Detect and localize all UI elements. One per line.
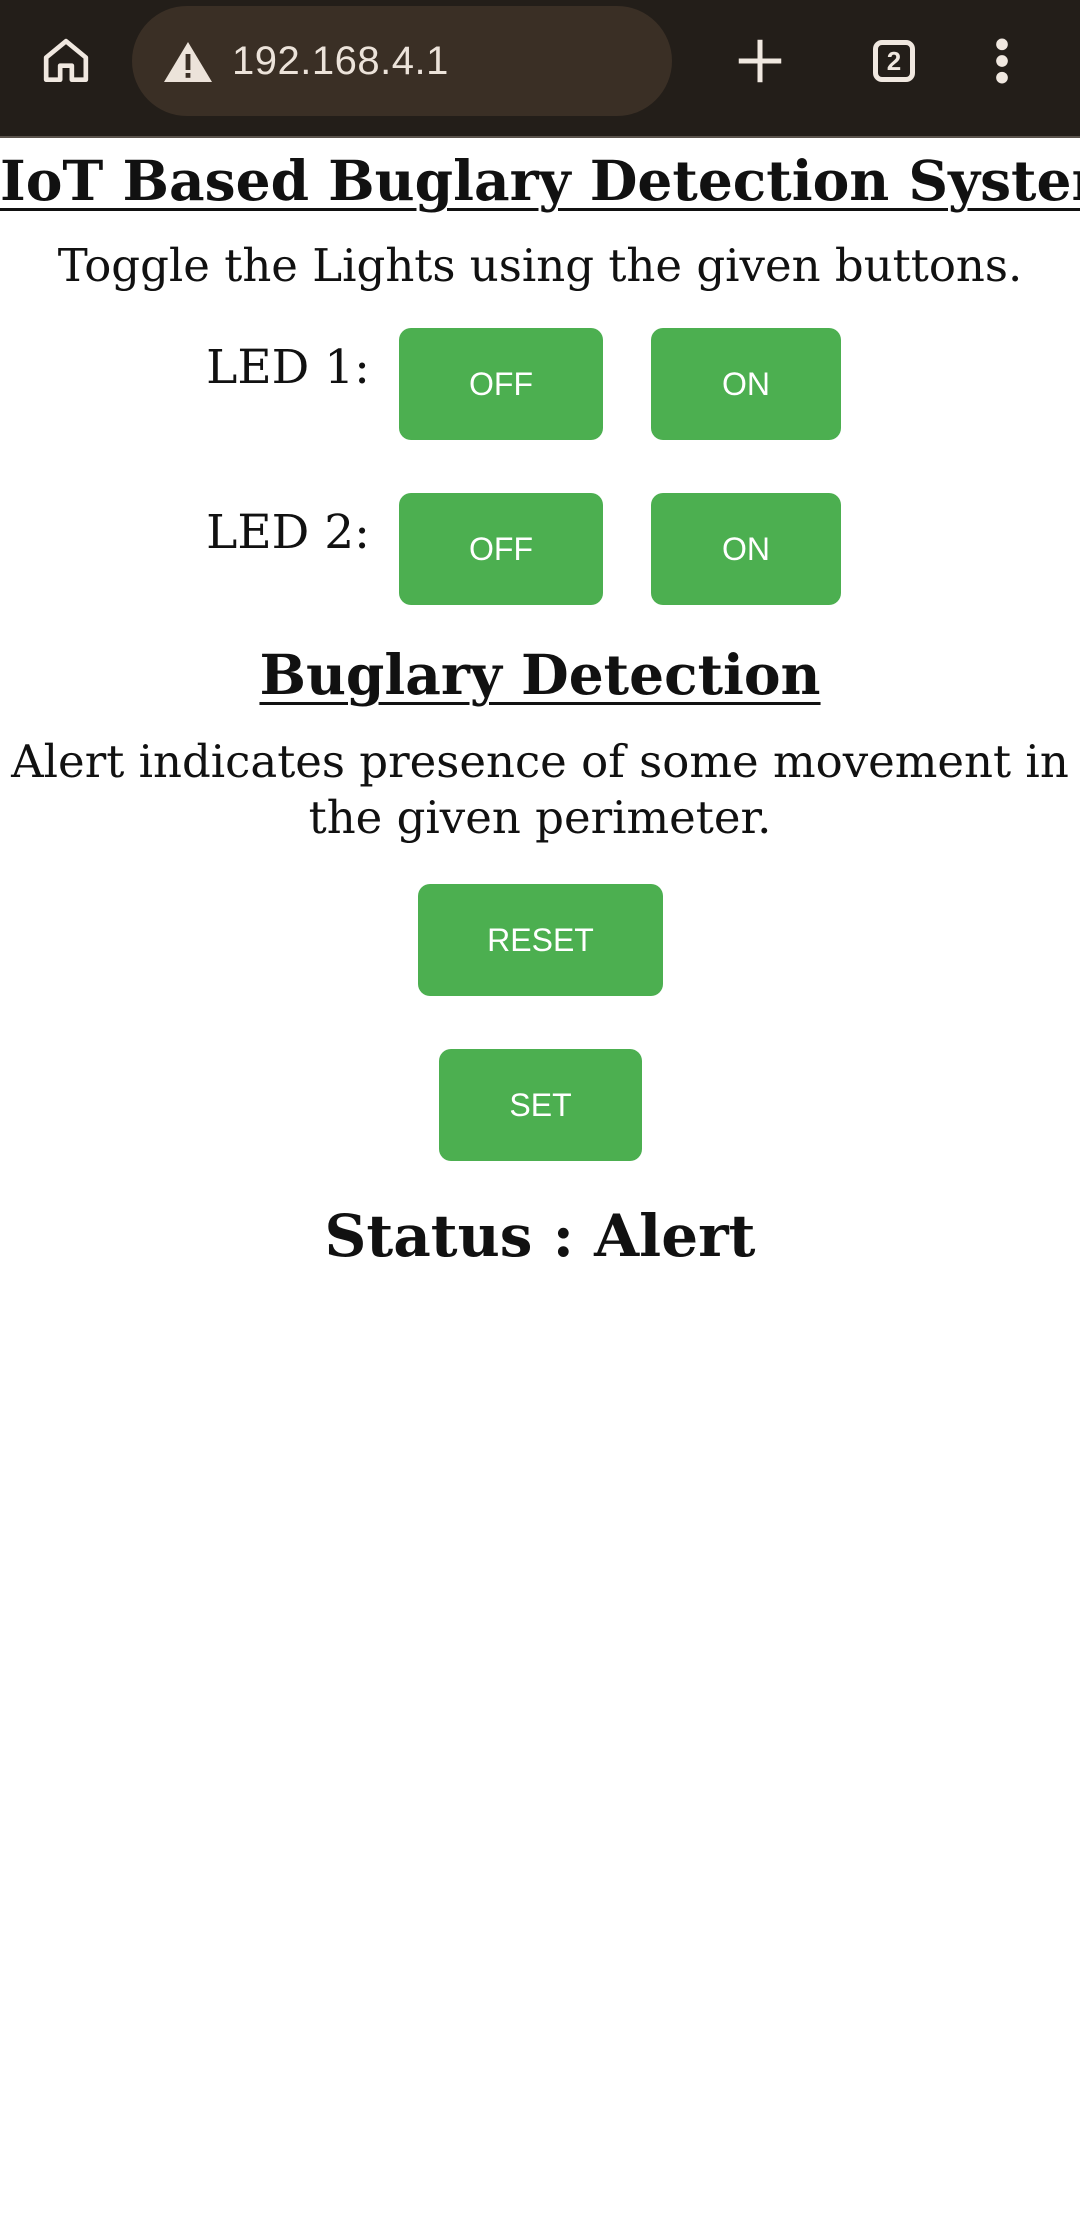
tab-switcher-icon: 2: [873, 40, 915, 82]
warning-icon: [164, 42, 212, 82]
menu-button[interactable]: [972, 28, 1032, 94]
plus-icon: [738, 39, 782, 83]
led-2-row: LED 2: OFF ON: [0, 493, 1080, 605]
status-text: Status : Alert: [324, 1202, 756, 1270]
home-button[interactable]: [26, 28, 106, 94]
detection-description: Alert indicates presence of some movemen…: [11, 735, 1069, 844]
page-title: IoT Based Buglary Detection System: [0, 148, 1080, 213]
url-bar[interactable]: 192.168.4.1: [132, 6, 672, 116]
browser-toolbar: 192.168.4.1 2: [0, 0, 1080, 138]
led-2-label: LED 2:: [206, 505, 370, 560]
led-1-on-button[interactable]: ON: [651, 328, 841, 440]
led-1-label: LED 1:: [206, 340, 370, 395]
led-2-off-button[interactable]: OFF: [399, 493, 603, 605]
led-2-on-button[interactable]: ON: [651, 493, 841, 605]
tab-switcher-button[interactable]: 2: [856, 28, 932, 94]
section-title: Buglary Detection: [259, 642, 821, 707]
set-button[interactable]: SET: [439, 1049, 642, 1161]
led-1-row: LED 1: OFF ON: [0, 328, 1080, 440]
home-icon: [43, 38, 89, 82]
more-vert-icon: [996, 38, 1008, 84]
page-subtitle: Toggle the Lights using the given button…: [57, 239, 1023, 292]
tab-count: 2: [886, 45, 902, 76]
reset-button[interactable]: RESET: [418, 884, 663, 996]
url-text: 192.168.4.1: [232, 39, 449, 83]
led-1-off-button[interactable]: OFF: [399, 328, 603, 440]
new-tab-button[interactable]: [722, 28, 798, 94]
